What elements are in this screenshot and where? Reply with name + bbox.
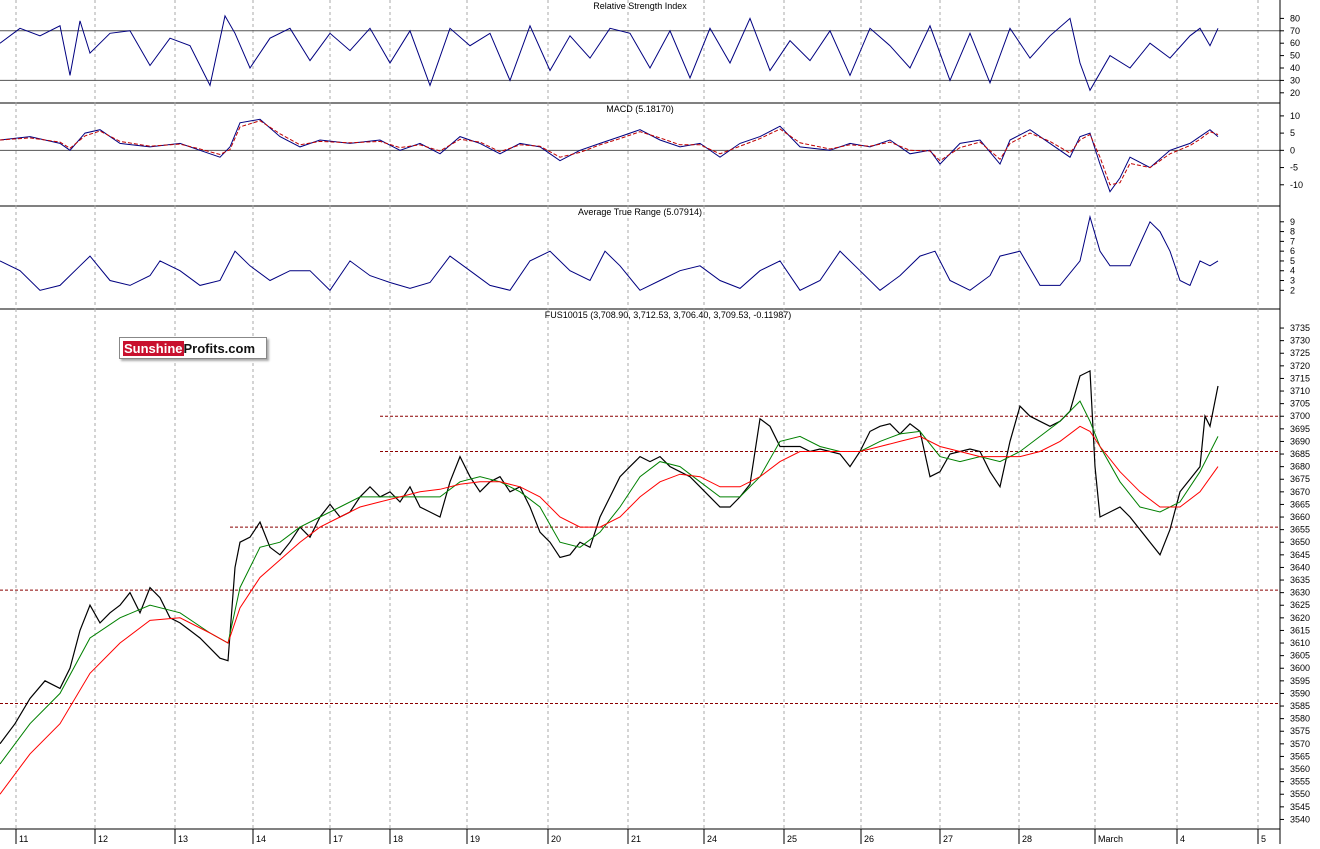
y-tick-label-3-38: 3730 [1290, 336, 1310, 346]
x-tick-label-4: 17 [333, 834, 343, 844]
y-tick-label-1-3: 5 [1290, 128, 1295, 138]
y-tick-label-0-4: 60 [1290, 38, 1300, 48]
y-tick-label-1-4: 10 [1290, 111, 1300, 121]
y-tick-label-3-35: 3715 [1290, 373, 1310, 383]
y-tick-label-2-1: 3 [1290, 276, 1295, 286]
y-tick-label-3-1: 3545 [1290, 802, 1310, 812]
series-line-0-0 [0, 14, 1219, 92]
x-tick-label-0: 11 [19, 834, 28, 844]
y-tick-label-2-0: 2 [1290, 285, 1295, 295]
x-tick-label-11: 26 [864, 834, 874, 844]
y-tick-label-3-31: 3695 [1290, 424, 1310, 434]
y-tick-label-2-4: 6 [1290, 246, 1295, 256]
x-tick-label-3: 14 [256, 834, 266, 844]
y-tick-label-3-32: 3700 [1290, 411, 1310, 421]
y-tick-label-0-0: 20 [1290, 88, 1300, 98]
x-tick-label-12: 27 [943, 834, 953, 844]
logo-profits: Profits.com [183, 340, 256, 356]
x-tick-label-15: 4 [1180, 834, 1185, 844]
y-tick-label-3-11: 3595 [1290, 676, 1310, 686]
x-tick-label-6: 19 [470, 834, 480, 844]
panel-title-1: MACD (5.18170) [606, 104, 674, 114]
x-tick-label-16: 5 [1261, 834, 1266, 844]
y-tick-label-0-5: 70 [1290, 26, 1300, 36]
panel-title-0: Relative Strength Index [593, 1, 687, 11]
y-tick-label-3-15: 3615 [1290, 625, 1310, 635]
series-line-3-0 [0, 369, 1219, 745]
y-tick-label-3-5: 3565 [1290, 751, 1310, 761]
y-tick-label-3-22: 3650 [1290, 537, 1310, 547]
y-tick-label-3-25: 3665 [1290, 499, 1310, 509]
logo-sunshine: Sunshine [123, 340, 184, 356]
series-line-3-1 [0, 400, 1219, 765]
panel-title-3: FUS10015 (3,708.90, 3,712.53, 3,706.40, … [545, 310, 792, 320]
x-tick-label-10: 25 [787, 834, 797, 844]
y-tick-label-3-34: 3710 [1290, 386, 1310, 396]
y-tick-label-3-30: 3690 [1290, 436, 1310, 446]
stock-chart: 20 30 40 50 60 70 80 Relative Strength Index -10… [0, 0, 1320, 844]
x-tick-label-14: March [1098, 834, 1123, 844]
y-tick-label-1-1: -5 [1290, 163, 1298, 173]
y-tick-label-2-7: 9 [1290, 217, 1295, 227]
y-tick-label-3-21: 3645 [1290, 550, 1310, 560]
x-tick-label-5: 18 [393, 834, 403, 844]
y-tick-label-3-36: 3720 [1290, 361, 1310, 371]
y-tick-label-3-29: 3685 [1290, 449, 1310, 459]
panel-title-2: Average True Range (5.07914) [578, 207, 702, 217]
y-tick-label-0-2: 40 [1290, 63, 1300, 73]
x-tick-label-1: 12 [98, 834, 108, 844]
y-tick-label-3-17: 3625 [1290, 600, 1310, 610]
y-tick-label-3-6: 3570 [1290, 739, 1310, 749]
y-tick-label-2-2: 4 [1290, 266, 1295, 276]
y-tick-label-3-33: 3705 [1290, 399, 1310, 409]
x-tick-label-8: 21 [631, 834, 641, 844]
y-tick-label-3-24: 3660 [1290, 512, 1310, 522]
y-tick-label-3-37: 3725 [1290, 348, 1310, 358]
y-tick-label-3-10: 3590 [1290, 688, 1310, 698]
y-tick-label-3-3: 3555 [1290, 777, 1310, 787]
x-tick-label-2: 13 [178, 834, 188, 844]
y-tick-label-3-4: 3560 [1290, 764, 1310, 774]
y-tick-label-1-0: -10 [1290, 180, 1303, 190]
chart-canvas: 20304050607080Relative Strength Index-10… [0, 0, 1320, 844]
series-line-3-2 [0, 425, 1219, 795]
y-tick-label-2-6: 8 [1290, 227, 1295, 237]
y-tick-label-3-12: 3600 [1290, 663, 1310, 673]
y-tick-label-2-5: 7 [1290, 236, 1295, 246]
y-tick-label-3-26: 3670 [1290, 487, 1310, 497]
y-tick-label-3-16: 3620 [1290, 613, 1310, 623]
y-tick-label-0-6: 80 [1290, 13, 1300, 23]
sunshine-profits-logo: Sunshine Profits.com [119, 337, 267, 359]
y-tick-label-3-14: 3610 [1290, 638, 1310, 648]
x-tick-label-13: 28 [1022, 834, 1032, 844]
y-tick-label-3-39: 3735 [1290, 323, 1310, 333]
y-tick-label-3-7: 3575 [1290, 726, 1310, 736]
y-tick-label-3-20: 3640 [1290, 562, 1310, 572]
y-tick-label-3-0: 3540 [1290, 814, 1310, 824]
y-tick-label-3-28: 3680 [1290, 462, 1310, 472]
y-tick-label-3-9: 3585 [1290, 701, 1310, 711]
y-tick-label-3-18: 3630 [1290, 588, 1310, 598]
y-tick-label-3-2: 3550 [1290, 789, 1310, 799]
y-tick-label-0-3: 50 [1290, 51, 1300, 61]
y-tick-label-1-2: 0 [1290, 145, 1295, 155]
x-tick-label-7: 20 [551, 834, 561, 844]
y-tick-label-3-8: 3580 [1290, 714, 1310, 724]
series-line-1-0 [0, 118, 1219, 193]
y-tick-label-3-27: 3675 [1290, 474, 1310, 484]
x-tick-label-9: 24 [707, 834, 717, 844]
y-tick-label-0-1: 30 [1290, 75, 1300, 85]
series-line-1-1 [0, 120, 1219, 186]
y-tick-label-3-19: 3635 [1290, 575, 1310, 585]
series-line-2-0 [0, 214, 1219, 292]
y-tick-label-2-3: 5 [1290, 256, 1295, 266]
y-tick-label-3-13: 3605 [1290, 651, 1310, 661]
y-tick-label-3-23: 3655 [1290, 525, 1310, 535]
